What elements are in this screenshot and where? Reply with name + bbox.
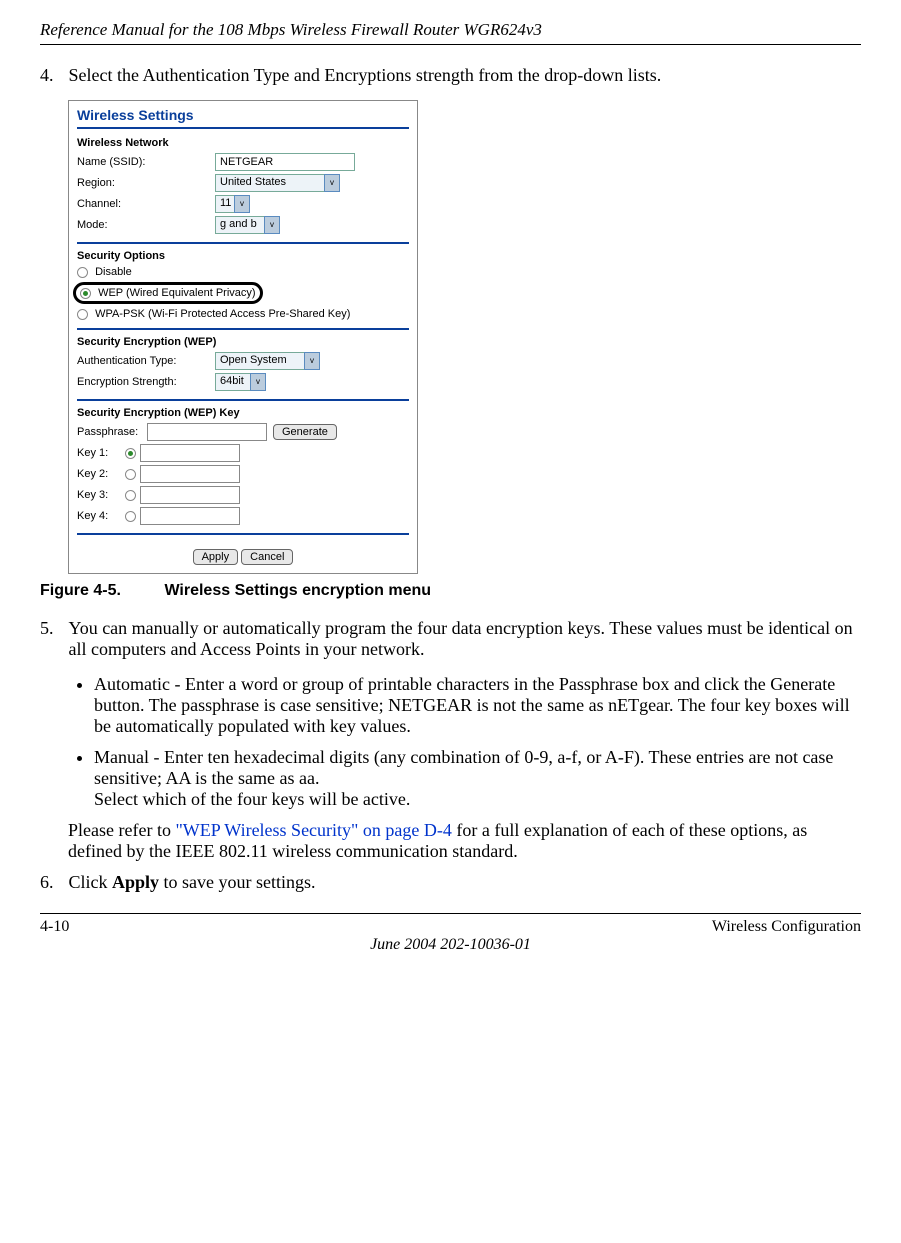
- ui-rule: [77, 127, 409, 129]
- opt-wpa-row[interactable]: WPA-PSK (Wi-Fi Protected Access Pre-Shar…: [77, 308, 409, 320]
- opt-wep-label: WEP (Wired Equivalent Privacy): [98, 287, 256, 299]
- cancel-button[interactable]: Cancel: [241, 549, 293, 565]
- ssid-label: Name (SSID):: [77, 156, 215, 168]
- section-security-enc: Security Encryption (WEP): [77, 336, 409, 348]
- footer: 4-10 Wireless Configuration: [40, 913, 861, 936]
- apply-button[interactable]: Apply: [193, 549, 239, 565]
- key3-label: Key 3:: [77, 489, 125, 501]
- step-5: 5. You can manually or automatically pro…: [40, 618, 861, 660]
- enc-strength-label: Encryption Strength:: [77, 376, 215, 388]
- radio-key3[interactable]: [125, 490, 136, 501]
- figure-caption: Figure 4-5. Wireless Settings encryption…: [40, 582, 861, 600]
- passphrase-label: Passphrase:: [77, 426, 147, 438]
- key2-input[interactable]: [140, 465, 240, 483]
- passphrase-input[interactable]: [147, 423, 267, 441]
- key3-input[interactable]: [140, 486, 240, 504]
- mode-label: Mode:: [77, 219, 215, 231]
- key2-label: Key 2:: [77, 468, 125, 480]
- step-6-num: 6.: [40, 872, 64, 893]
- opt-wpa-label: WPA-PSK (Wi-Fi Protected Access Pre-Shar…: [95, 308, 350, 320]
- wireless-settings-panel: Wireless Settings Wireless Network Name …: [68, 100, 418, 574]
- figure-title: Wireless Settings encryption menu: [164, 582, 431, 599]
- radio-key4[interactable]: [125, 511, 136, 522]
- wep-security-link[interactable]: "WEP Wireless Security" on page D-4: [175, 820, 451, 840]
- step-6-post: to save your settings.: [159, 872, 315, 892]
- radio-wpa[interactable]: [77, 309, 88, 320]
- region-label: Region:: [77, 177, 215, 189]
- chevron-down-icon[interactable]: v: [324, 174, 340, 192]
- section-security-options: Security Options: [77, 250, 409, 262]
- radio-key1[interactable]: [125, 448, 136, 459]
- step-5-num: 5.: [40, 618, 64, 639]
- key4-input[interactable]: [140, 507, 240, 525]
- mode-select[interactable]: g and b: [215, 216, 265, 234]
- footer-section: Wireless Configuration: [712, 918, 861, 936]
- step-5-bullets: Automatic - Enter a word or group of pri…: [94, 674, 861, 810]
- section-security-enc-key: Security Encryption (WEP) Key: [77, 407, 409, 419]
- chevron-down-icon[interactable]: v: [264, 216, 280, 234]
- step-4: 4. Select the Authentication Type and En…: [40, 65, 861, 86]
- chevron-down-icon[interactable]: v: [234, 195, 250, 213]
- channel-label: Channel:: [77, 198, 215, 210]
- auth-type-select[interactable]: Open System: [215, 352, 305, 370]
- section-wireless-network: Wireless Network: [77, 137, 409, 149]
- ssid-input[interactable]: [215, 153, 355, 171]
- step-5-ref: Please refer to "WEP Wireless Security" …: [68, 820, 861, 862]
- step-6-text: Click Apply to save your settings.: [69, 872, 860, 893]
- ref-pre: Please refer to: [68, 820, 175, 840]
- wep-highlight: WEP (Wired Equivalent Privacy): [73, 282, 263, 304]
- generate-button[interactable]: Generate: [273, 424, 337, 440]
- bullet-manual: Manual - Enter ten hexadecimal digits (a…: [94, 747, 861, 810]
- bullet-manual-text: Manual - Enter ten hexadecimal digits (a…: [94, 747, 833, 788]
- step-6-apply: Apply: [112, 872, 159, 892]
- step-4-num: 4.: [40, 65, 64, 86]
- footer-date: June 2004 202-10036-01: [40, 936, 861, 954]
- ui-rule: [77, 242, 409, 244]
- bullet-manual-text2: Select which of the four keys will be ac…: [94, 789, 410, 809]
- header-rule: [40, 44, 861, 45]
- channel-select[interactable]: 11: [215, 195, 235, 213]
- ui-rule: [77, 533, 409, 535]
- radio-disable[interactable]: [77, 267, 88, 278]
- key4-label: Key 4:: [77, 510, 125, 522]
- step-6-pre: Click: [69, 872, 113, 892]
- chevron-down-icon[interactable]: v: [250, 373, 266, 391]
- step-4-text: Select the Authentication Type and Encry…: [69, 65, 860, 86]
- opt-disable-row[interactable]: Disable: [77, 266, 409, 278]
- step-6: 6. Click Apply to save your settings.: [40, 872, 861, 893]
- enc-strength-select[interactable]: 64bit: [215, 373, 251, 391]
- opt-disable-label: Disable: [95, 266, 132, 278]
- auth-type-label: Authentication Type:: [77, 355, 215, 367]
- ui-rule: [77, 399, 409, 401]
- footer-page: 4-10: [40, 918, 69, 936]
- radio-key2[interactable]: [125, 469, 136, 480]
- figure-number: Figure 4-5.: [40, 582, 160, 600]
- ui-rule: [77, 328, 409, 330]
- key1-input[interactable]: [140, 444, 240, 462]
- panel-title: Wireless Settings: [69, 101, 417, 127]
- key1-label: Key 1:: [77, 447, 125, 459]
- step-5-text: You can manually or automatically progra…: [69, 618, 860, 660]
- radio-wep[interactable]: [80, 288, 91, 299]
- bullet-automatic: Automatic - Enter a word or group of pri…: [94, 674, 861, 737]
- ui-screenshot: Wireless Settings Wireless Network Name …: [68, 100, 861, 574]
- manual-title: Reference Manual for the 108 Mbps Wirele…: [40, 20, 861, 40]
- chevron-down-icon[interactable]: v: [304, 352, 320, 370]
- region-select[interactable]: United States: [215, 174, 325, 192]
